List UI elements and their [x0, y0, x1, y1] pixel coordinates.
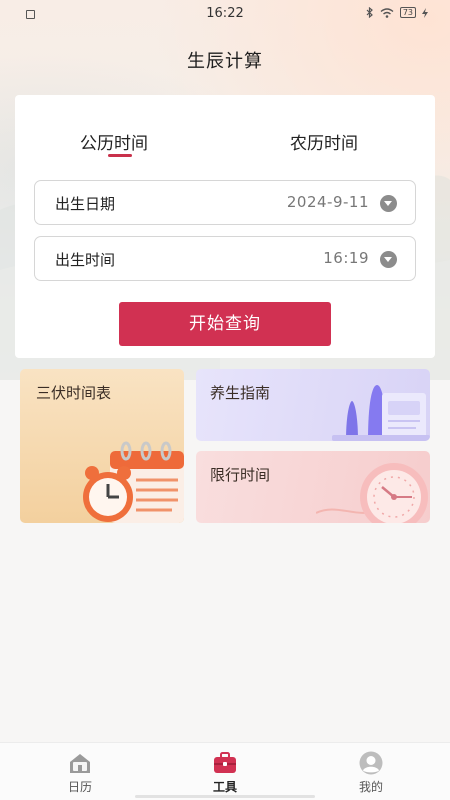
home-indicator[interactable] [135, 795, 315, 798]
nav-item-mine[interactable]: 我的 [341, 751, 401, 795]
nav-label-tools: 工具 [212, 780, 237, 794]
tab-lunar-time[interactable]: 农历时间 [290, 129, 358, 154]
start-query-button[interactable]: 开始查询 [119, 302, 331, 346]
status-icons: 73 [366, 7, 428, 18]
birth-date-value: 2024-9-11 [286, 193, 369, 211]
chevron-down-icon [380, 251, 397, 268]
traffic-card-title: 限行时间 [210, 466, 271, 484]
sanfu-card-title: 三伏时间表 [36, 384, 112, 402]
birth-time-label: 出生时间 [55, 251, 116, 269]
tab-solar-time[interactable]: 公历时间 [80, 129, 148, 154]
birth-date-picker[interactable]: 出生日期 2024-9-11 [34, 180, 416, 225]
charging-icon [422, 7, 428, 18]
toolbox-icon [214, 752, 236, 773]
wifi-icon [380, 7, 394, 18]
nav-item-tools[interactable]: 工具 [195, 751, 255, 795]
health-card-title: 养生指南 [210, 384, 271, 402]
alarm-clock-calendar-icon [83, 441, 184, 523]
sanfu-schedule-card[interactable]: 三伏时间表 [20, 369, 184, 523]
health-guide-card[interactable]: 养生指南 [196, 369, 430, 441]
active-tab-indicator [108, 154, 132, 157]
nav-label-calendar: 日历 [67, 780, 92, 794]
birth-time-value: 16:19 [323, 249, 369, 267]
traffic-restriction-card[interactable]: 限行时间 [196, 451, 430, 523]
nav-item-calendar[interactable]: 日历 [50, 751, 110, 795]
page-title: 生辰计算 [187, 51, 263, 72]
health-chart-icon [332, 385, 430, 441]
user-avatar-icon [359, 751, 383, 775]
birth-date-label: 出生日期 [55, 195, 116, 213]
nav-label-mine: 我的 [358, 780, 383, 794]
chevron-down-icon [380, 195, 397, 212]
clock-icon [316, 463, 428, 523]
calendar-home-icon [70, 754, 90, 773]
bottom-navigation: 日历 工具 我的 [0, 742, 450, 800]
birth-query-card: 公历时间 农历时间 出生日期 2024-9-11 出生时间 16:19 开始查询 [15, 95, 435, 358]
battery-icon: 73 [399, 7, 416, 18]
status-bar: 16:22 73 [0, 0, 450, 28]
bluetooth-icon [366, 7, 373, 18]
birth-time-picker[interactable]: 出生时间 16:19 [34, 236, 416, 281]
